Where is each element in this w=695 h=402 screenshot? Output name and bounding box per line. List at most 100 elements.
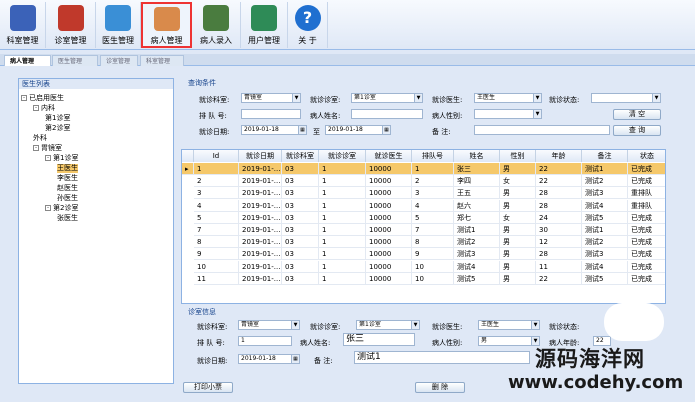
tab-2[interactable]: 诊室管理 <box>100 55 138 66</box>
table-cell: 1 <box>319 211 366 224</box>
table-row[interactable]: 2 2019-01-... 03 1 10000 2 李四女 22 测试2 已完成 <box>182 175 665 188</box>
tree-node[interactable]: 外科 <box>33 134 47 143</box>
expander-minus-icon[interactable]: - <box>21 95 27 101</box>
toolbar-button-6[interactable]: ? 关 于 <box>288 2 328 48</box>
tree-node[interactable]: 李医生 <box>57 174 78 183</box>
print-ticket-button[interactable]: 打印小票 <box>183 382 233 393</box>
row-pointer-icon: ▸ <box>182 163 194 175</box>
clear-button[interactable]: 清 空 <box>613 109 661 120</box>
column-header[interactable]: 备注 <box>582 150 628 162</box>
tab-3[interactable]: 科室管理 <box>140 55 184 66</box>
table-row[interactable]: 4 2019-01-... 03 1 10000 4 赵六男 28 测试4 重排队 <box>182 199 665 212</box>
table-cell: 男 <box>500 260 536 273</box>
column-header[interactable]: 姓名 <box>454 150 500 162</box>
detail-room-select[interactable]: 第1诊室 ▼ <box>356 320 420 330</box>
table-cell: 测试3 <box>582 248 628 261</box>
tree-node[interactable]: - 第2诊室 <box>45 204 78 213</box>
detail-name-input[interactable]: 张三 <box>343 333 415 346</box>
column-header[interactable]: 就诊诊室 <box>319 150 366 162</box>
tree-node[interactable]: - 已启用医生 <box>21 94 64 103</box>
expander-minus-icon[interactable]: - <box>33 145 39 151</box>
query-date-from-value: 2019-01-18 <box>244 126 279 133</box>
column-header[interactable]: 排队号 <box>412 150 454 162</box>
column-header[interactable]: 就诊日期 <box>239 150 282 162</box>
column-header[interactable]: 状态 <box>628 150 665 162</box>
query-status-select[interactable]: ▼ <box>591 93 661 103</box>
table-cell: 重排队 <box>628 200 665 212</box>
table-row[interactable]: 9 2019-01-... 03 1 10000 9 测试3 男 28 测试3 已完成 <box>182 248 665 261</box>
toolbar-button-2[interactable]: 医生管理 <box>96 2 141 48</box>
column-header[interactable]: 性别 <box>500 150 536 162</box>
watermark-line1: 源码海洋网 <box>535 347 645 371</box>
detail-date-value: 2019-01-18 <box>241 355 276 362</box>
table-cell: 男 <box>500 248 536 261</box>
tree-node[interactable]: - 内科 <box>33 104 55 113</box>
expander-minus-icon[interactable]: - <box>45 205 51 211</box>
query-name-input[interactable] <box>351 109 423 119</box>
table-row[interactable]: 7 2019-01-... 03 1 10000 7 测试1 男 30 测试1 已完成 <box>182 224 665 236</box>
tree-node[interactable]: 张医生 <box>57 214 78 223</box>
toolbar-button-5[interactable]: 用户管理 <box>241 2 288 48</box>
query-remark-label: 备 注: <box>432 128 451 136</box>
table-row[interactable]: 5 2019-01-... 03 1 10000 5 郑七女 24 测试5 已完成 <box>182 211 665 224</box>
toolbar-button-0[interactable]: 科室管理 <box>0 2 46 48</box>
query-room-select[interactable]: 第1诊室 ▼ <box>351 93 423 103</box>
tab-0[interactable]: 病人管理 <box>4 55 51 66</box>
query-date-to-picker[interactable]: 2019-01-18 ▦ <box>325 125 391 135</box>
detail-room-value: 第1诊室 <box>359 321 381 328</box>
table-row[interactable]: ▸ 1 2019-01-... 03 1 10000 1 张三男 22 测试1 已完成 <box>182 163 665 175</box>
column-header[interactable]: Id <box>194 150 239 162</box>
tree-node[interactable]: - 胃镜室 <box>33 144 62 153</box>
query-remark-input[interactable] <box>474 125 610 135</box>
table-cell: 赵六 <box>454 199 500 212</box>
expander-minus-icon[interactable]: - <box>45 155 51 161</box>
query-date-from-picker[interactable]: 2019-01-18 ▦ <box>241 125 307 135</box>
detail-queue-input[interactable]: 1 <box>238 336 292 346</box>
tree-node-label: 第1诊室 <box>45 114 71 122</box>
search-button[interactable]: 查 询 <box>613 125 661 136</box>
table-row[interactable]: 8 2019-01-... 03 1 10000 8 测试2 男 12 测试2 已完成 <box>182 236 665 249</box>
table-cell: 10 <box>412 272 454 285</box>
query-queue-input[interactable] <box>241 109 301 119</box>
table-cell: 已完成 <box>628 273 665 285</box>
detail-remark-input[interactable]: 测试1 <box>354 351 530 364</box>
detail-name-label: 病人姓名: <box>300 339 331 347</box>
table-cell: 测试2 <box>454 236 500 249</box>
column-header[interactable]: 年龄 <box>536 150 582 162</box>
table-cell: 测试4 <box>454 260 500 273</box>
table-row[interactable]: 11 2019-01-... 03 1 10000 10 测试5 男 22 测试5 已完成 <box>182 272 665 285</box>
expander-minus-icon[interactable]: - <box>33 105 39 111</box>
toolbar-button-1[interactable]: 诊室管理 <box>46 2 96 48</box>
toolbar-button-4[interactable]: 病人录入 <box>192 2 241 48</box>
query-gender-select[interactable]: ▼ <box>474 109 542 119</box>
toolbar-button-3[interactable]: 病人管理 <box>141 2 192 48</box>
query-doctor-select[interactable]: 王医生 ▼ <box>474 93 542 103</box>
detail-date-picker[interactable]: 2019-01-18 ▦ <box>238 354 300 364</box>
detail-gender-select[interactable]: 男 ▼ <box>478 336 540 346</box>
table-cell: 8 <box>194 236 239 249</box>
table-cell: 1 <box>319 224 366 236</box>
column-header[interactable]: 就诊科室 <box>282 150 319 162</box>
tree-node[interactable]: 第1诊室 <box>45 114 70 123</box>
query-dept-select[interactable]: 胃镜室 ▼ <box>241 93 301 103</box>
delete-button[interactable]: 删 除 <box>415 382 465 393</box>
patient-grid[interactable]: Id 就诊日期 就诊科室 就诊诊室 就诊医生 排队号 姓名 性别 年龄 备注 状态 ▸ 1 2019-01… <box>181 149 666 304</box>
detail-doctor-select[interactable]: 王医生 ▼ <box>478 320 540 330</box>
table-cell: 2019-01-... <box>239 175 282 188</box>
tree-node[interactable]: 孙医生 <box>57 194 78 203</box>
table-cell: 10000 <box>366 187 412 200</box>
table-row[interactable]: 3 2019-01-... 03 1 10000 3 王五男 28 测试3 重排队 <box>182 187 665 200</box>
toolbar-button-label: 病人管理 <box>150 36 183 45</box>
detail-dept-select[interactable]: 胃镜室 ▼ <box>238 320 300 330</box>
tree-node[interactable]: 王医生 <box>57 164 78 173</box>
table-cell: 已完成 <box>628 224 665 236</box>
column-header[interactable]: 就诊医生 <box>366 150 412 162</box>
tree-node[interactable]: - 第1诊室 <box>45 154 78 163</box>
tree-node[interactable]: 第2诊室 <box>45 124 70 133</box>
table-cell: 10 <box>194 260 239 273</box>
table-cell: 03 <box>282 224 319 236</box>
table-row[interactable]: 10 2019-01-... 03 1 10000 10 测试4 男 11 测试4 已完成 <box>182 260 665 273</box>
tree-node[interactable]: 赵医生 <box>57 184 78 193</box>
query-section-title: 查询条件 <box>188 79 216 87</box>
tab-1[interactable]: 医生管理 <box>52 55 98 66</box>
